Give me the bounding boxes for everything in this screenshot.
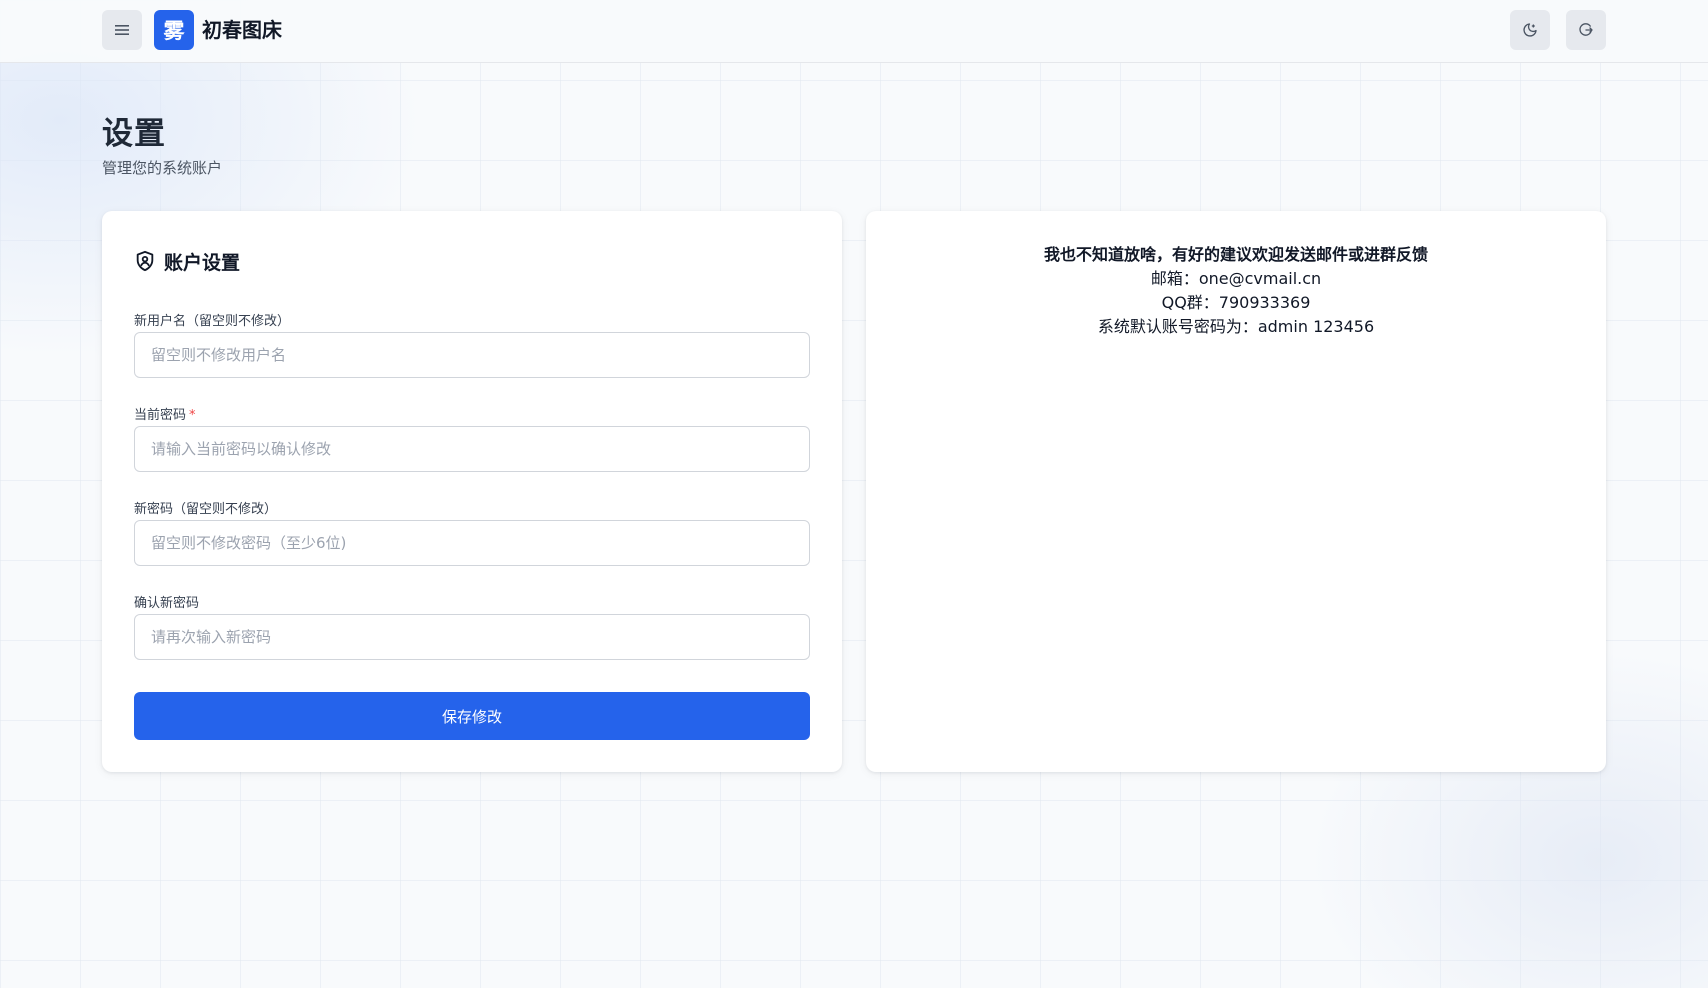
- page-title: 设置: [102, 116, 166, 152]
- page-subtitle: 管理您的系统账户: [102, 159, 223, 177]
- menu-icon: [115, 25, 129, 35]
- logout-button[interactable]: [1566, 10, 1606, 50]
- save-button[interactable]: 保存修改: [134, 692, 810, 740]
- info-text: 我也不知道放啥，有好的建议欢迎发送邮件或进群反馈 邮箱：one@cvmail.c…: [866, 243, 1606, 339]
- current-password-input[interactable]: [134, 426, 810, 472]
- shield-user-icon: [136, 250, 154, 272]
- info-email: 邮箱：one@cvmail.cn: [1150, 269, 1322, 288]
- current-password-label-text: 当前密码: [134, 408, 187, 423]
- confirm-password-label: 确认新密码: [134, 596, 200, 611]
- card-title: 账户设置: [134, 247, 240, 275]
- account-settings-card: 账户设置 新用户名（留空则不修改） 当前密码* 新密码（留空则不修改） 确认新密…: [102, 211, 842, 772]
- theme-toggle-button[interactable]: [1510, 10, 1550, 50]
- confirm-password-input[interactable]: [134, 614, 810, 660]
- logo-char: 雾: [163, 19, 185, 43]
- info-card: 我也不知道放啥，有好的建议欢迎发送邮件或进群反馈 邮箱：one@cvmail.c…: [866, 211, 1606, 772]
- info-qq-group: QQ群：790933369: [1161, 293, 1311, 312]
- top-bar: 雾 初春图床: [0, 0, 1708, 63]
- brand-name[interactable]: 初春图床: [202, 16, 282, 44]
- menu-button[interactable]: [102, 10, 142, 50]
- moon-icon: [1523, 23, 1537, 37]
- info-default-account: 系统默认账号密码为：admin 123456: [1097, 317, 1375, 336]
- required-mark: *: [189, 408, 196, 423]
- new-username-input[interactable]: [134, 332, 810, 378]
- card-title-text: 账户设置: [164, 251, 241, 274]
- username-label: 新用户名（留空则不修改）: [134, 314, 291, 329]
- current-password-label: 当前密码 *: [134, 404, 196, 423]
- logout-icon: [1579, 23, 1593, 36]
- logo: 雾: [154, 10, 194, 50]
- new-password-input[interactable]: [134, 520, 810, 566]
- info-title: 我也不知道放啥，有好的建议欢迎发送邮件或进群反馈: [1043, 245, 1428, 264]
- new-password-label: 新密码（留空则不修改）: [134, 502, 278, 517]
